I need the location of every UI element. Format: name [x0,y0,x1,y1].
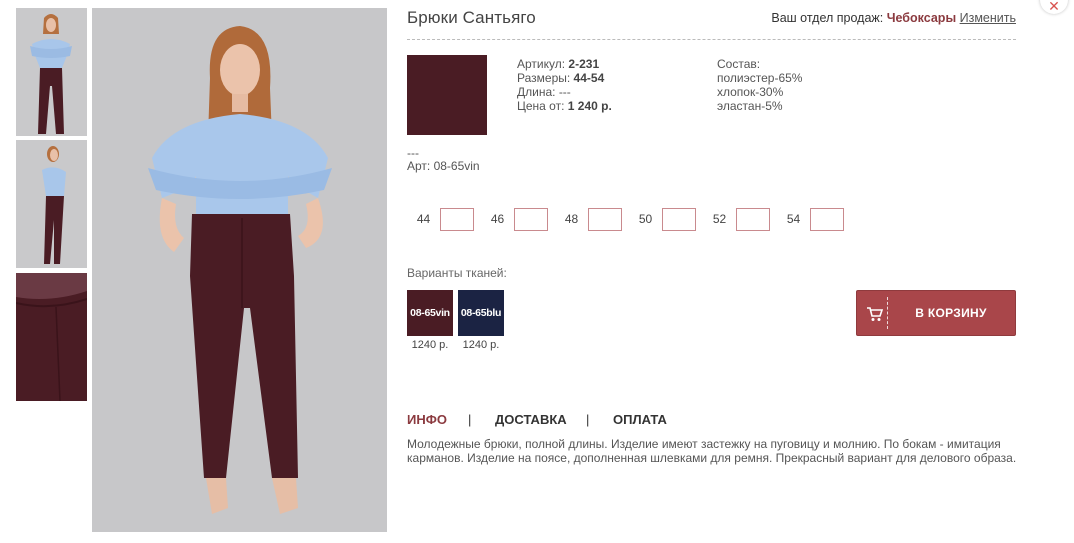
variant-price: 1240 р. [462,339,500,351]
composition-item: полиэстер-65% [717,71,803,85]
size-label: 46 [490,212,505,226]
tab-info[interactable]: ИНФО [407,412,447,427]
fabric-article: Арт: 08-65vin [407,159,480,173]
size-label: 52 [712,212,727,226]
change-region-link[interactable]: Изменить [960,11,1016,25]
main-product-photo[interactable] [92,8,387,532]
article-value: 2-231 [568,57,600,71]
product-description: Молодежные брюки, полной длины. Изделие … [407,437,1017,465]
size-label: 50 [638,212,653,226]
size-quantity-input-54[interactable] [810,208,844,231]
composition: Состав: полиэстер-65% хлопок-30% эластан… [717,57,802,113]
model-main-image [92,8,387,532]
price-value: 1 240 р. [567,99,612,113]
thumbnail-front[interactable] [16,8,87,136]
thumbnail-detail[interactable] [16,273,87,401]
thumbnail-side[interactable] [16,140,87,268]
fabric-variant-blu[interactable]: 08-65blu 1240 р. [458,290,504,351]
region-city: Чебоксары [886,11,957,25]
tab-delivery[interactable]: ДОСТАВКА [495,412,567,427]
length-label: Длина: [517,85,556,99]
size-label: 54 [786,212,801,226]
composition-item: эластан-5% [717,99,783,113]
close-button[interactable]: ✕ [1040,0,1068,14]
product-specs: Артикул: 2-231 Размеры: 44-54 Длина: ---… [517,57,612,113]
variant-price: 1240 р. [411,339,449,351]
region-label: Ваш отдел продаж: [771,11,884,25]
size-quantity-input-48[interactable] [588,208,622,231]
size-label: 48 [564,212,579,226]
composition-label: Состав: [717,57,761,71]
tab-payment[interactable]: ОПЛАТА [613,412,667,427]
size-quantity-input-52[interactable] [736,208,770,231]
sales-region: Ваш отдел продаж: Чебоксары Изменить [771,11,1016,25]
model-side-image [16,140,87,268]
fabric-detail-image [16,273,87,401]
close-icon: ✕ [1048,0,1060,14]
composition-item: хлопок-30% [717,85,784,99]
price-label: Цена от: [517,99,565,113]
cart-button-label: В КОРЗИНУ [915,306,987,320]
fabric-dash: --- [407,146,419,160]
length-value: --- [558,85,571,99]
fabric-variant-vin[interactable]: 08-65vin 1240 р. [407,290,453,351]
sizes-label: Размеры: [517,71,571,85]
cart-icon [867,307,884,321]
model-front-image [16,8,87,136]
size-quantity-input-50[interactable] [662,208,696,231]
size-label: 44 [416,212,431,226]
size-quantity-input-44[interactable] [440,208,474,231]
tab-separator: | [586,412,590,427]
color-swatch [407,55,487,135]
size-quantity-input-46[interactable] [514,208,548,231]
sizes-value: 44-54 [573,71,605,85]
add-to-cart-button[interactable]: В КОРЗИНУ [856,290,1016,336]
fabric-variants-label: Варианты тканей: [407,266,507,280]
article-label: Артикул: [517,57,566,71]
header-divider [407,39,1016,40]
page-title: Брюки Сантьяго [407,8,536,27]
variant-swatch: 08-65blu [458,290,504,336]
tab-separator: | [468,412,472,427]
variant-swatch: 08-65vin [407,290,453,336]
